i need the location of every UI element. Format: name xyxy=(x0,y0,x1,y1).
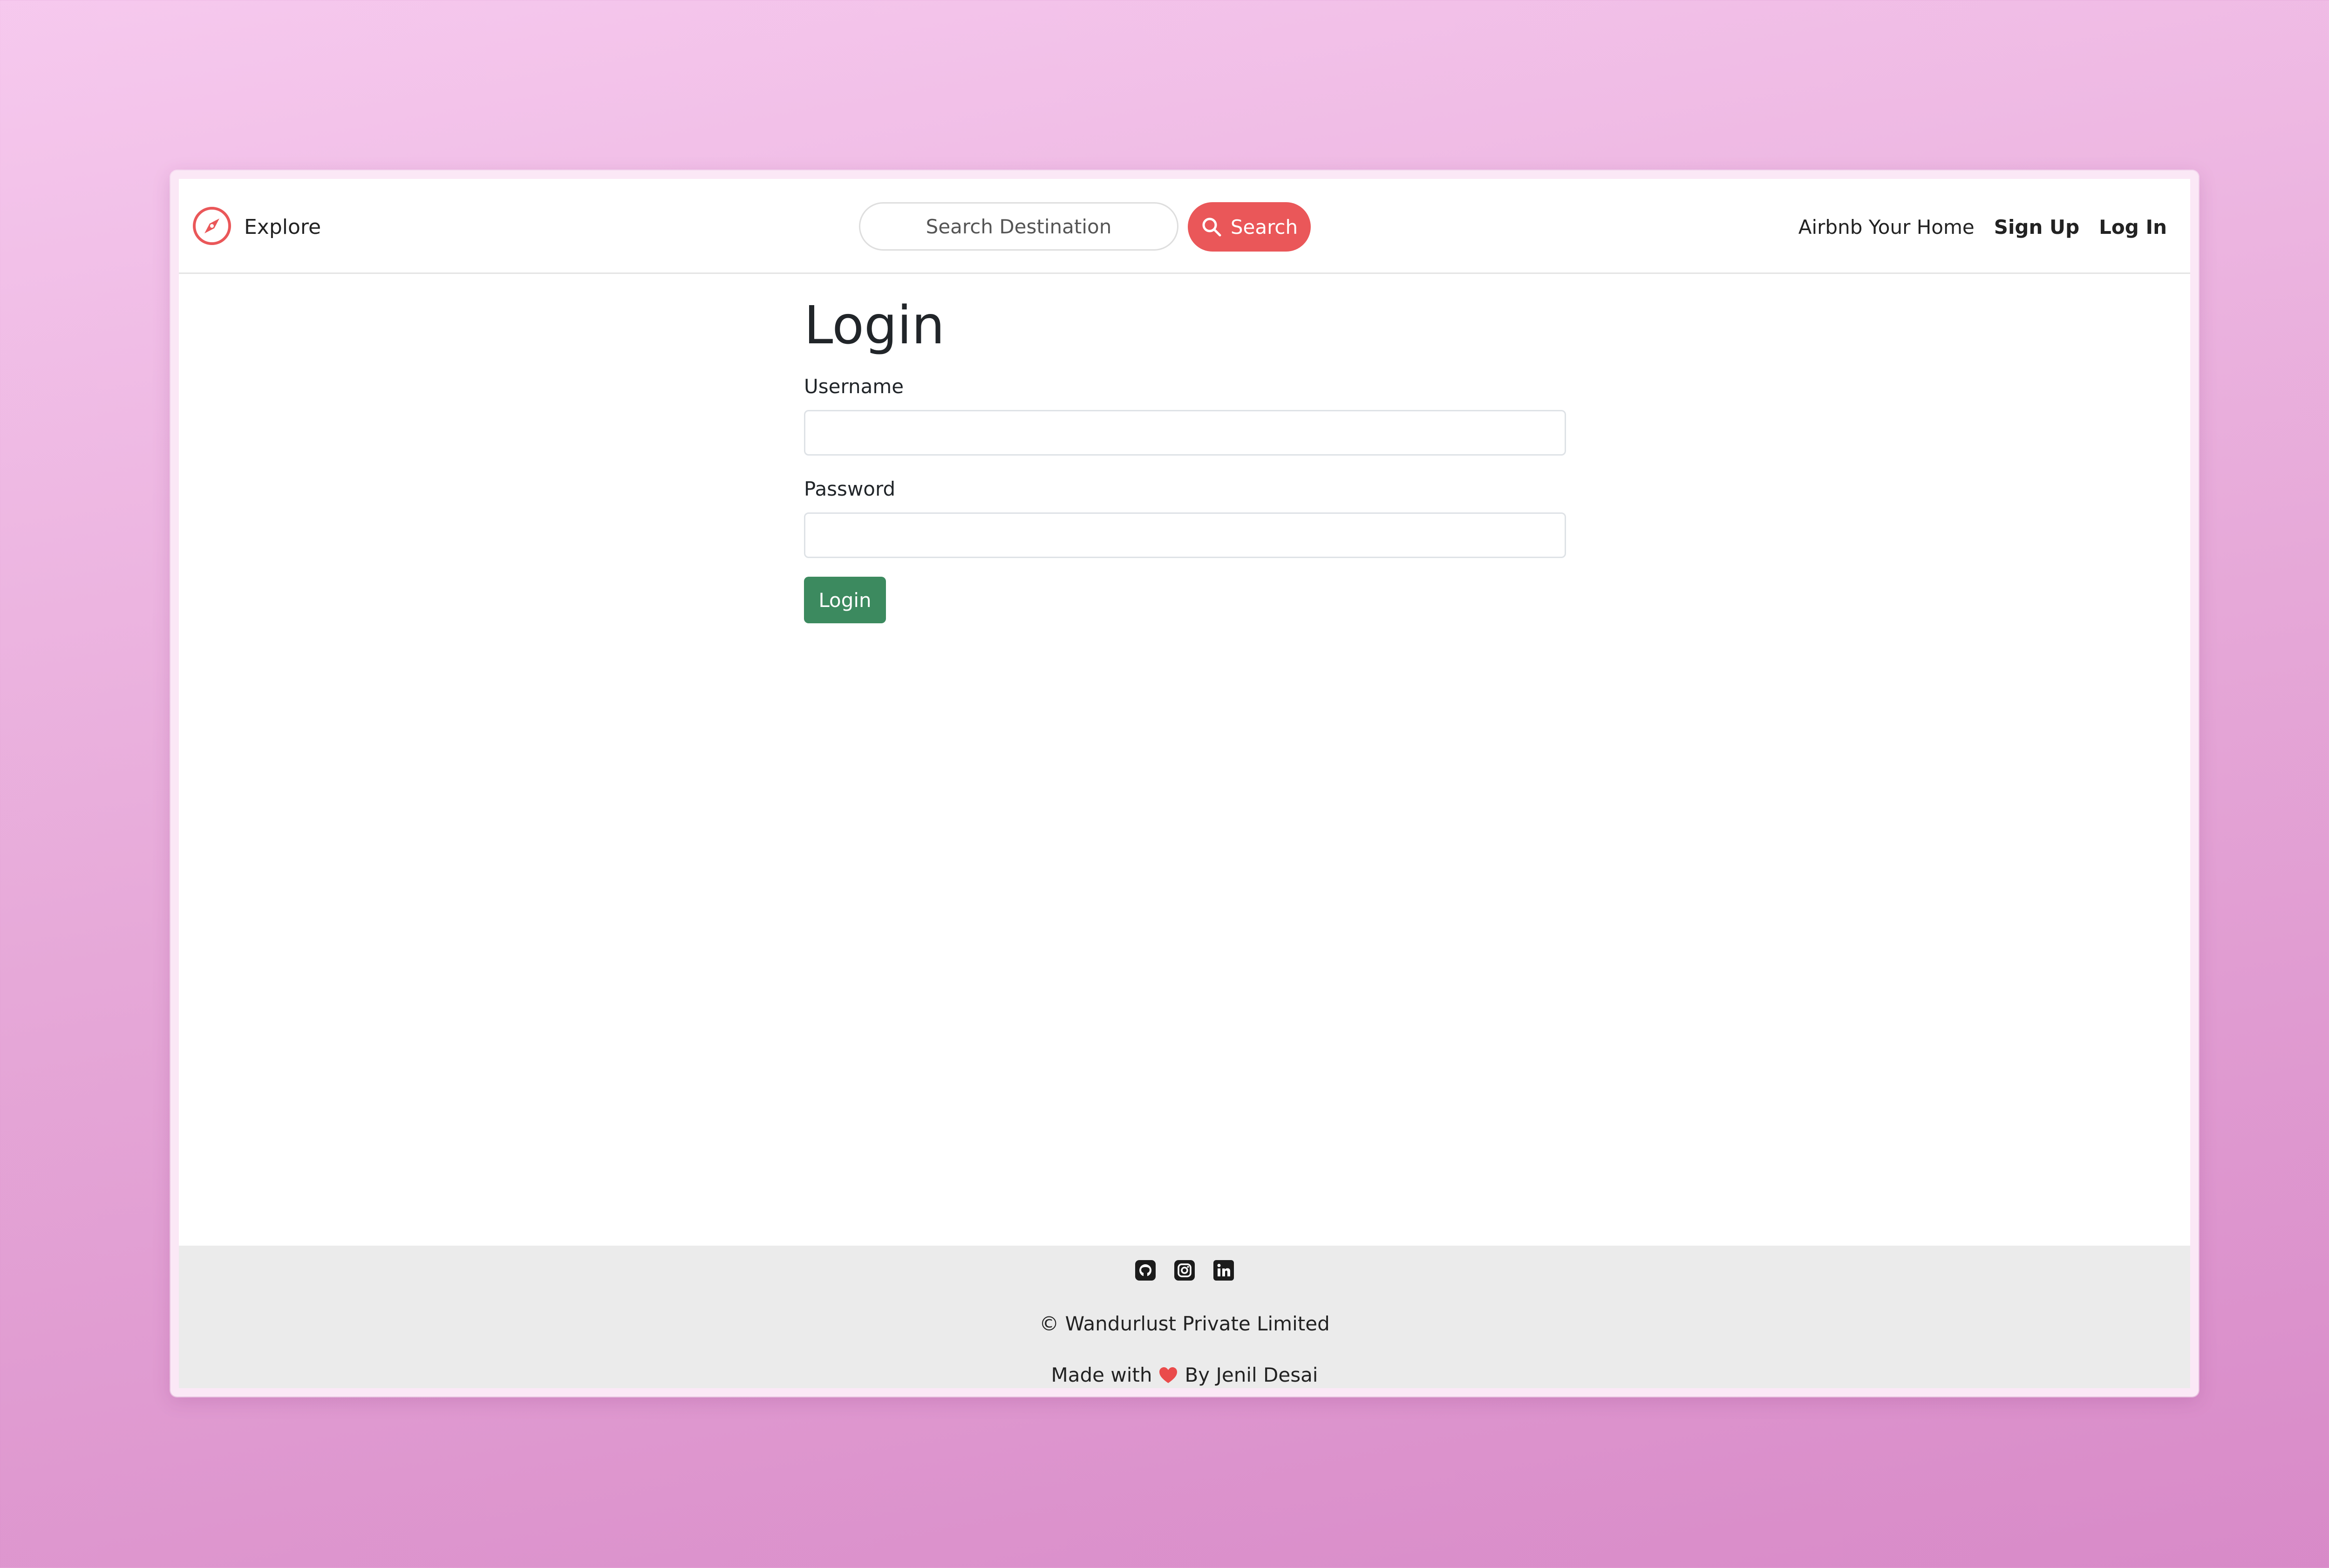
made-with-prefix: Made with xyxy=(1051,1363,1152,1386)
password-field[interactable] xyxy=(804,512,1566,558)
heart-icon xyxy=(1159,1367,1178,1383)
login-section: Login Username Password Login xyxy=(804,291,1568,623)
username-label: Username xyxy=(804,375,904,398)
instagram-icon[interactable] xyxy=(1174,1260,1195,1281)
footer: © Wandurlust Private Limited Made with B… xyxy=(179,1246,2190,1388)
github-icon[interactable] xyxy=(1135,1260,1156,1281)
linkedin-icon[interactable] xyxy=(1213,1260,1234,1281)
login-button[interactable]: Login xyxy=(804,577,886,623)
made-with-suffix: By Jenil Desai xyxy=(1185,1363,1318,1386)
social-icons xyxy=(179,1260,2190,1281)
sign-up-link[interactable]: Sign Up xyxy=(1994,213,2079,241)
log-in-link[interactable]: Log In xyxy=(2099,213,2167,241)
search-button-label: Search xyxy=(1230,215,1298,239)
page-title: Login xyxy=(804,295,945,356)
explore-link[interactable]: Explore xyxy=(244,213,321,241)
search-input[interactable] xyxy=(859,202,1178,251)
browser-window: Explore Search Airbnb Your Home Sign Up … xyxy=(170,170,2199,1397)
made-with-credit: Made with By Jenil Desai xyxy=(179,1362,2190,1388)
compass-icon[interactable] xyxy=(192,206,232,246)
search-button[interactable]: Search xyxy=(1188,202,1311,252)
search-icon xyxy=(1202,218,1221,237)
username-field[interactable] xyxy=(804,410,1566,456)
copyright-text: © Wandurlust Private Limited xyxy=(1039,1312,1330,1335)
airbnb-your-home-link[interactable]: Airbnb Your Home xyxy=(1798,213,1975,241)
nav-links: Airbnb Your Home Sign Up Log In xyxy=(1798,213,2167,241)
password-label: Password xyxy=(804,477,896,500)
page-viewport: Explore Search Airbnb Your Home Sign Up … xyxy=(179,179,2190,1388)
navbar: Explore Search Airbnb Your Home Sign Up … xyxy=(179,179,2190,274)
